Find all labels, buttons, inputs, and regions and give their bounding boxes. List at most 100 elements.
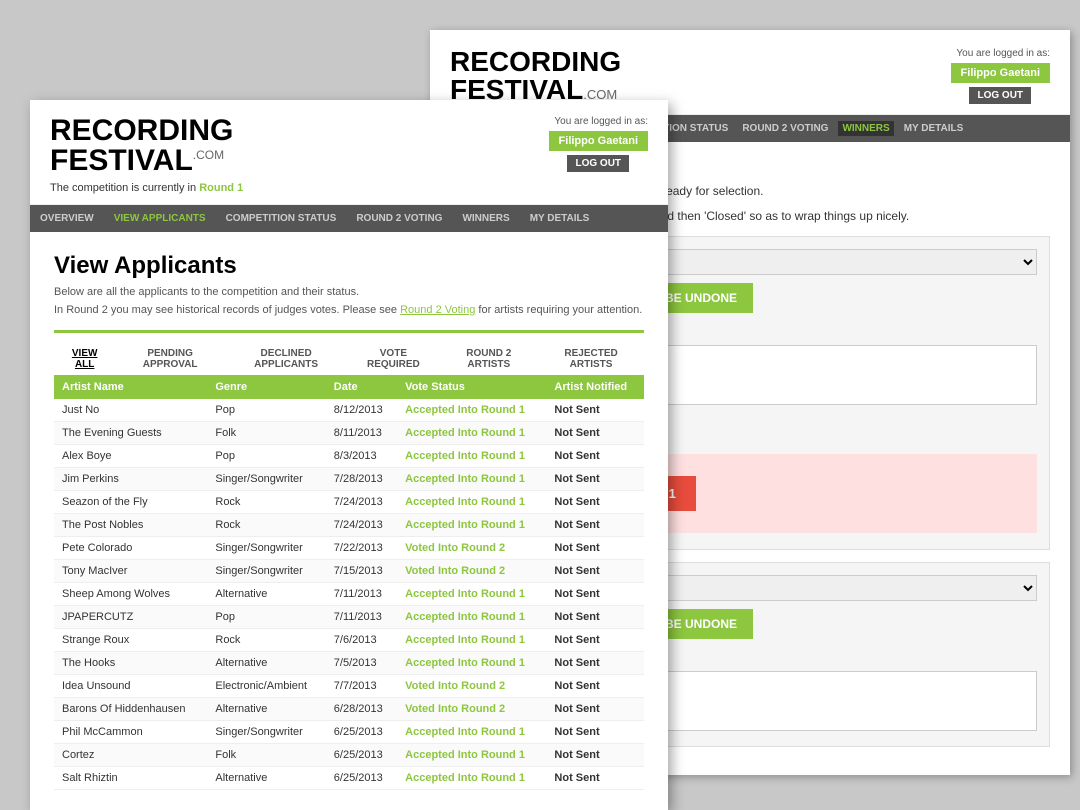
- cell-artist-notified: Not Sent: [546, 721, 644, 744]
- cell-date: 7/24/2013: [326, 491, 397, 514]
- cell-artist-notified: Not Sent: [546, 445, 644, 468]
- filter-tab-declined-applicants[interactable]: DECLINED APPLICANTS: [225, 343, 347, 375]
- cell-artist-name: Pete Colorado: [54, 537, 207, 560]
- cell-genre: Alternative: [207, 652, 325, 675]
- filter-tab-pending-approval[interactable]: PENDING APPROVAL: [115, 343, 225, 375]
- front-logo-line1: RECORDING: [50, 114, 233, 147]
- green-divider: [54, 330, 644, 333]
- cell-artist-name: Seazon of the Fly: [54, 491, 207, 514]
- cell-artist-name: Idea Unsound: [54, 675, 207, 698]
- cell-artist-notified: Not Sent: [546, 767, 644, 790]
- table-row[interactable]: Jim Perkins Singer/Songwriter 7/28/2013 …: [54, 468, 644, 491]
- col-artist-name: Artist Name: [54, 375, 207, 399]
- front-logo-area: RECORDING FESTIVAL.COM The competition i…: [50, 116, 243, 194]
- table-row[interactable]: Salt Rhiztin Alternative 6/25/2013 Accep…: [54, 767, 644, 790]
- table-row[interactable]: Phil McCammon Singer/Songwriter 6/25/201…: [54, 721, 644, 744]
- table-body: Just No Pop 8/12/2013 Accepted Into Roun…: [54, 399, 644, 790]
- cell-artist-name: The Hooks: [54, 652, 207, 675]
- col-genre: Genre: [207, 375, 325, 399]
- round2-note-pre: In Round 2 you may see historical record…: [54, 304, 397, 316]
- back-nav-my-details[interactable]: MY DETAILS: [900, 121, 968, 136]
- cell-vote-status: Accepted Into Round 1: [397, 652, 546, 675]
- filter-tab-rejected-artists[interactable]: REJECTED ARTISTS: [538, 343, 644, 375]
- front-nav-round2-voting[interactable]: ROUND 2 VOTING: [346, 205, 452, 232]
- table-row[interactable]: Alex Boye Pop 8/3/2013 Accepted Into Rou…: [54, 445, 644, 468]
- cell-date: 7/5/2013: [326, 652, 397, 675]
- front-panel: RECORDING FESTIVAL.COM The competition i…: [30, 100, 668, 810]
- cell-date: 6/25/2013: [326, 744, 397, 767]
- table-row[interactable]: Sheep Among Wolves Alternative 7/11/2013…: [54, 583, 644, 606]
- back-logout-button[interactable]: LOG OUT: [969, 87, 1031, 104]
- back-user-badge: Filippo Gaetani: [951, 63, 1050, 83]
- cell-artist-notified: Not Sent: [546, 675, 644, 698]
- front-nav-competition-status[interactable]: COMPETITION STATUS: [216, 205, 347, 232]
- front-logo-line2: FESTIVAL: [50, 144, 193, 177]
- cell-vote-status: Accepted Into Round 1: [397, 583, 546, 606]
- table-row[interactable]: Pete Colorado Singer/Songwriter 7/22/201…: [54, 537, 644, 560]
- round2-note: In Round 2 you may see historical record…: [54, 304, 644, 316]
- cell-genre: Singer/Songwriter: [207, 560, 325, 583]
- cell-artist-notified: Not Sent: [546, 560, 644, 583]
- cell-artist-notified: Not Sent: [546, 537, 644, 560]
- front-nav-my-details[interactable]: MY DETAILS: [520, 205, 600, 232]
- cell-artist-notified: Not Sent: [546, 399, 644, 422]
- cell-genre: Singer/Songwriter: [207, 721, 325, 744]
- back-login-area: You are logged in as: Filippo Gaetani LO…: [951, 48, 1050, 104]
- applicants-table: Artist Name Genre Date Vote Status Artis…: [54, 375, 644, 790]
- front-nav-winners[interactable]: WINNERS: [452, 205, 519, 232]
- table-row[interactable]: JPAPERCUTZ Pop 7/11/2013 Accepted Into R…: [54, 606, 644, 629]
- cell-vote-status: Accepted Into Round 1: [397, 514, 546, 537]
- cell-artist-name: Cortez: [54, 744, 207, 767]
- table-row[interactable]: Idea Unsound Electronic/Ambient 7/7/2013…: [54, 675, 644, 698]
- cell-date: 6/25/2013: [326, 721, 397, 744]
- cell-artist-notified: Not Sent: [546, 652, 644, 675]
- front-logo-sub: The competition is currently in Round 1: [50, 182, 243, 194]
- cell-genre: Alternative: [207, 767, 325, 790]
- cell-genre: Pop: [207, 606, 325, 629]
- front-nav-overview[interactable]: OVERVIEW: [30, 205, 104, 232]
- cell-artist-notified: Not Sent: [546, 629, 644, 652]
- cell-date: 8/3/2013: [326, 445, 397, 468]
- col-date: Date: [326, 375, 397, 399]
- front-round-label: Round 1: [199, 182, 243, 194]
- cell-date: 6/28/2013: [326, 698, 397, 721]
- cell-vote-status: Accepted Into Round 1: [397, 606, 546, 629]
- cell-vote-status: Accepted Into Round 1: [397, 468, 546, 491]
- front-logo: RECORDING FESTIVAL.COM: [50, 116, 243, 176]
- table-row[interactable]: Seazon of the Fly Rock 7/24/2013 Accepte…: [54, 491, 644, 514]
- table-row[interactable]: Tony MacIver Singer/Songwriter 7/15/2013…: [54, 560, 644, 583]
- front-login-area: You are logged in as: Filippo Gaetani LO…: [549, 116, 648, 172]
- table-row[interactable]: Cortez Folk 6/25/2013 Accepted Into Roun…: [54, 744, 644, 767]
- cell-vote-status: Accepted Into Round 1: [397, 744, 546, 767]
- cell-genre: Alternative: [207, 583, 325, 606]
- cell-vote-status: Accepted Into Round 1: [397, 445, 546, 468]
- cell-vote-status: Accepted Into Round 1: [397, 399, 546, 422]
- cell-genre: Folk: [207, 422, 325, 445]
- table-row[interactable]: The Hooks Alternative 7/5/2013 Accepted …: [54, 652, 644, 675]
- cell-artist-name: Salt Rhiztin: [54, 767, 207, 790]
- round2-link[interactable]: Round 2 Voting: [400, 304, 475, 316]
- cell-artist-name: Phil McCammon: [54, 721, 207, 744]
- cell-genre: Rock: [207, 491, 325, 514]
- filter-tab-round2-artists[interactable]: ROUND 2 ARTISTS: [439, 343, 538, 375]
- filter-tab-vote-required[interactable]: VOTE REQUIRED: [347, 343, 439, 375]
- front-user-badge: Filippo Gaetani: [549, 131, 648, 151]
- table-row[interactable]: The Post Nobles Rock 7/24/2013 Accepted …: [54, 514, 644, 537]
- front-header: RECORDING FESTIVAL.COM The competition i…: [30, 100, 668, 205]
- table-row[interactable]: The Evening Guests Folk 8/11/2013 Accept…: [54, 422, 644, 445]
- table-row[interactable]: Barons Of Hiddenhausen Alternative 6/28/…: [54, 698, 644, 721]
- filter-tab-view-all[interactable]: VIEW ALL: [54, 343, 115, 375]
- back-nav-round2-voting[interactable]: ROUND 2 VOTING: [738, 121, 832, 136]
- cell-artist-name: The Post Nobles: [54, 514, 207, 537]
- back-nav-winners[interactable]: WINNERS: [838, 121, 893, 136]
- cell-artist-notified: Not Sent: [546, 422, 644, 445]
- front-logo-com: .COM: [193, 148, 224, 162]
- cell-artist-notified: Not Sent: [546, 744, 644, 767]
- front-nav-view-applicants[interactable]: VIEW APPLICANTS: [104, 205, 216, 232]
- cell-genre: Singer/Songwriter: [207, 537, 325, 560]
- table-header: Artist Name Genre Date Vote Status Artis…: [54, 375, 644, 399]
- table-row[interactable]: Just No Pop 8/12/2013 Accepted Into Roun…: [54, 399, 644, 422]
- cell-artist-name: Tony MacIver: [54, 560, 207, 583]
- table-row[interactable]: Strange Roux Rock 7/6/2013 Accepted Into…: [54, 629, 644, 652]
- front-logout-button[interactable]: LOG OUT: [567, 155, 629, 172]
